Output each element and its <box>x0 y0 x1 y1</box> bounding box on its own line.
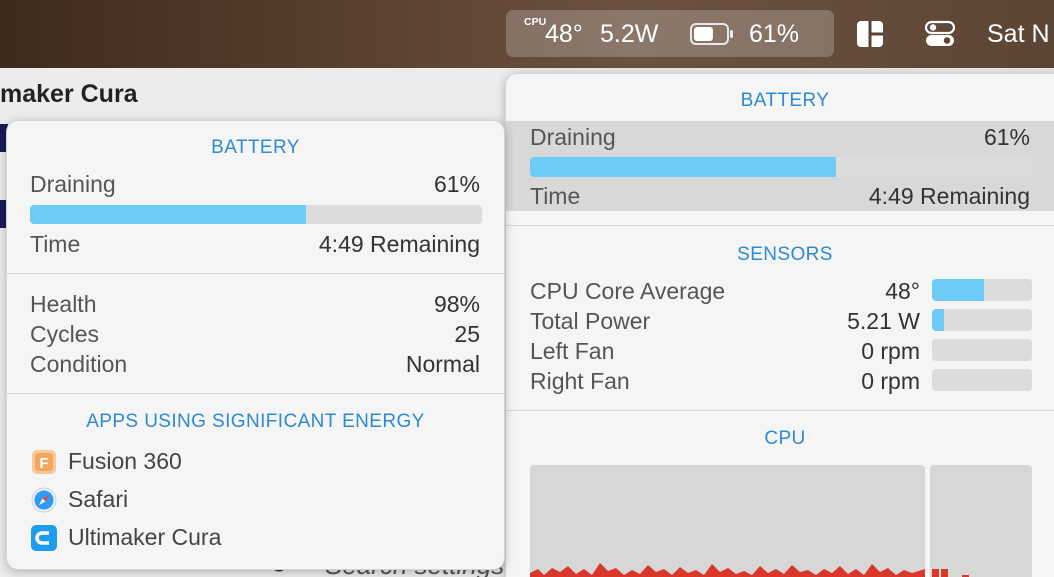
ultimaker-cura-icon <box>31 525 57 551</box>
condition-value: Normal <box>405 351 480 377</box>
sensor-label: Right Fan <box>530 368 630 394</box>
sensor-level-fill <box>932 279 984 301</box>
health-value: 98% <box>433 291 480 317</box>
battery-level-fill <box>30 205 306 224</box>
app-name: Safari <box>68 486 129 512</box>
health-label: Health <box>30 291 97 317</box>
battery-level-fill <box>530 157 837 177</box>
battery-status-label: Draining <box>530 124 616 150</box>
window-layout-icon[interactable] <box>856 20 884 48</box>
battery-status-value: 61% <box>433 171 480 197</box>
battery-time-value: 4:49 Remaining <box>868 183 1030 209</box>
fusion-360-icon: F <box>32 450 56 474</box>
cycles-label: Cycles <box>30 321 100 347</box>
cpu-section-title: CPU <box>764 428 806 449</box>
battery-section-title: BATTERY <box>211 137 300 158</box>
background-window-title: maker Cura <box>0 80 138 108</box>
sensor-value: 5.21 W <box>847 308 920 334</box>
app-name: Ultimaker Cura <box>68 524 222 550</box>
cpu-label: CPU <box>524 16 547 28</box>
cpu-history-sparkline <box>530 563 925 577</box>
sensor-level-bar <box>932 309 1032 331</box>
sensor-value: 48° <box>885 278 920 304</box>
menu-bar: CPU 48° 5.2W 61% Sat N <box>0 0 1054 68</box>
sensor-level-bar <box>932 339 1032 361</box>
sensor-label: CPU Core Average <box>530 278 726 304</box>
sensor-level-fill <box>932 309 944 331</box>
condition-label: Condition <box>30 351 128 377</box>
app-name: Fusion 360 <box>68 448 182 474</box>
app-item-fusion-360[interactable]: F Fusion 360 <box>30 446 470 478</box>
battery-level-bar <box>30 205 482 224</box>
section-divider <box>7 393 504 394</box>
safari-icon <box>31 487 57 513</box>
battery-popover: BATTERY Draining 61% Time 4:49 Remaining… <box>6 120 505 570</box>
sensor-label: Left Fan <box>530 338 615 364</box>
menubar-power: 5.2W <box>600 20 659 48</box>
sensor-level-bar <box>932 369 1032 391</box>
section-divider <box>7 273 504 274</box>
sensor-value: 0 rpm <box>861 368 920 394</box>
svg-text:F: F <box>39 455 48 472</box>
app-item-ultimaker-cura[interactable]: Ultimaker Cura <box>30 522 470 554</box>
battery-time-value: 4:49 Remaining <box>318 231 480 257</box>
menubar-cpu-temp: 48° <box>545 20 583 48</box>
sensor-label: Total Power <box>530 308 651 334</box>
apps-section-title: APPS USING SIGNIFICANT ENERGY <box>86 411 425 432</box>
menubar-clock[interactable]: Sat N <box>987 19 1050 49</box>
stats-popover-right: BATTERY Draining 61% Time 4:49 Remaining… <box>505 73 1054 577</box>
menubar-battery-percent: 61% <box>749 20 800 48</box>
section-divider <box>506 410 1054 411</box>
battery-time-label: Time <box>30 231 81 257</box>
battery-status-label: Draining <box>30 171 116 197</box>
cycles-value: 25 <box>454 321 480 347</box>
battery-section-title: BATTERY <box>740 90 830 111</box>
section-divider <box>506 225 1054 226</box>
cpu-history-graph <box>530 465 925 577</box>
sensors-section-title: SENSORS <box>737 244 833 265</box>
sensor-level-bar <box>932 279 1032 301</box>
battery-icon <box>690 23 733 45</box>
control-center-icon[interactable] <box>925 20 955 48</box>
app-item-safari[interactable]: Safari <box>30 484 470 516</box>
battery-status-value: 61% <box>983 124 1030 150</box>
cpu-core-bars <box>932 569 969 577</box>
cpu-core-graph <box>930 465 1032 577</box>
battery-level-bar <box>530 157 1032 177</box>
battery-time-label: Time <box>530 183 581 209</box>
sensor-value: 0 rpm <box>861 338 920 364</box>
